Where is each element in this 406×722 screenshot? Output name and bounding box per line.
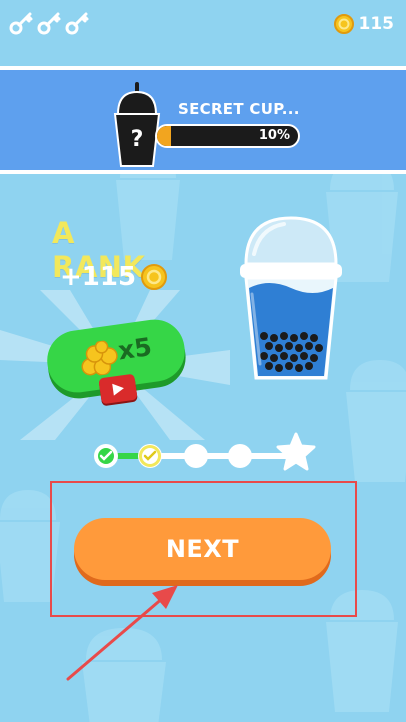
annotation-arrow (66, 585, 178, 681)
key-icon (9, 12, 33, 35)
next-button-label: NEXT (165, 535, 240, 563)
coin-balance: 115 (333, 14, 395, 34)
secret-cup-title: SECRET CUP... (178, 100, 300, 118)
star-icon (276, 432, 316, 471)
secret-cup-progress-label: 10% (258, 128, 290, 143)
mystery-cup-icon: ? (113, 82, 161, 167)
coin-icon (141, 264, 168, 290)
bubble-tea-cup (240, 216, 342, 380)
coin-icon (333, 14, 354, 34)
secret-cup-progress-fill (157, 126, 172, 146)
level-node-empty (184, 444, 208, 468)
level-progress (92, 432, 316, 480)
mystery-symbol: ? (131, 127, 144, 152)
level-node-completed (94, 444, 118, 468)
next-button[interactable]: NEXT (74, 518, 331, 580)
keys-collection (8, 10, 90, 36)
level-node-empty (228, 444, 252, 468)
reward-amount: +115 (60, 262, 168, 292)
coin-pile-icon (81, 340, 118, 376)
key-icon (65, 12, 89, 35)
reward-text: +115 (60, 262, 137, 292)
play-triangle-icon (112, 383, 124, 396)
video-play-icon[interactable] (98, 373, 138, 405)
level-node-current (138, 444, 162, 468)
secret-cup-banner: ? SECRET CUP... 10% (0, 66, 406, 174)
top-bar: 115 (0, 0, 406, 56)
multiplier-label: x5 (116, 332, 154, 366)
key-icon (37, 12, 61, 35)
secret-cup-progress: 10% (155, 124, 300, 148)
coin-count: 115 (358, 14, 395, 34)
